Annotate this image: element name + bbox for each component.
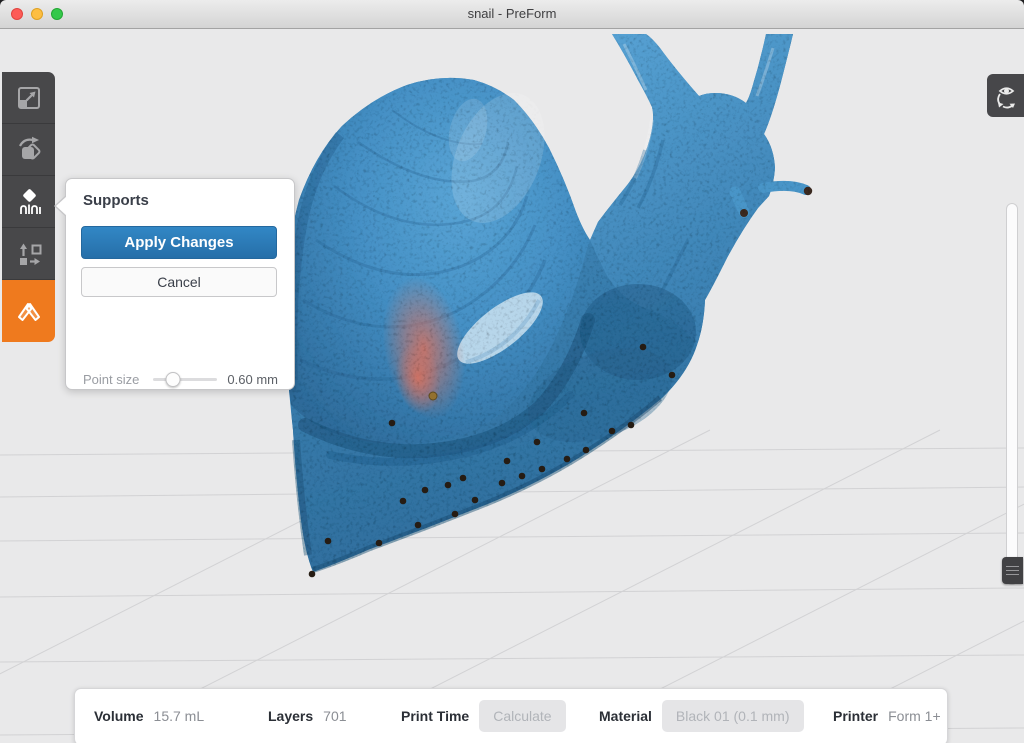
point-size-slider-knob[interactable] — [165, 372, 180, 387]
support-point[interactable] — [376, 540, 383, 547]
point-size-value: 0.60 mm — [227, 372, 278, 387]
support-point[interactable] — [499, 480, 506, 487]
material-group: Material Black 01 (0.1 mm) — [599, 689, 804, 743]
supports-icon — [14, 187, 44, 217]
support-point[interactable] — [400, 498, 407, 505]
material-label: Material — [599, 708, 652, 724]
printer-group: Printer Form 1+ — [833, 689, 941, 743]
selected-support-point[interactable] — [429, 392, 437, 400]
support-point[interactable] — [445, 482, 452, 489]
material-button[interactable]: Black 01 (0.1 mm) — [662, 700, 804, 732]
support-point[interactable] — [534, 439, 541, 446]
layout-icon — [14, 239, 44, 269]
support-point[interactable] — [628, 422, 635, 429]
apply-changes-button[interactable]: Apply Changes — [81, 226, 277, 259]
cancel-button[interactable]: Cancel — [81, 267, 277, 297]
support-point[interactable] — [640, 344, 647, 351]
layer-slider[interactable] — [1006, 203, 1018, 585]
tool-rotate[interactable] — [2, 124, 55, 176]
point-size-row: Point size 0.60 mm — [83, 370, 278, 388]
support-point[interactable] — [669, 372, 676, 379]
support-point[interactable] — [422, 487, 429, 494]
print-time-group: Print Time Calculate — [401, 689, 566, 743]
volume-label: Volume — [94, 708, 144, 724]
support-point[interactable] — [504, 458, 511, 465]
volume-group: Volume 15.7 mL — [94, 689, 204, 743]
rotate-icon — [14, 135, 44, 165]
orbit-eye-icon — [991, 81, 1021, 111]
layers-group: Layers 701 — [268, 689, 347, 743]
supports-panel: Supports Apply Changes Cancel Point size… — [65, 178, 295, 390]
support-point[interactable] — [309, 571, 316, 578]
tool-supports[interactable] — [2, 176, 55, 228]
tool-scale[interactable] — [2, 72, 55, 124]
window-title: snail - PreForm — [0, 0, 1024, 28]
support-point[interactable] — [415, 522, 422, 529]
butterfly-icon — [14, 296, 44, 326]
support-point[interactable] — [519, 473, 526, 480]
support-point[interactable] — [460, 475, 467, 482]
support-point[interactable] — [472, 497, 479, 504]
point-size-slider[interactable] — [153, 378, 217, 381]
layers-value: 701 — [323, 708, 346, 724]
support-point[interactable] — [583, 447, 590, 454]
viewport-3d[interactable]: Supports Apply Changes Cancel Point size… — [0, 29, 1024, 743]
status-bar: Volume 15.7 mL Layers 701 Print Time Cal… — [74, 688, 948, 743]
titlebar: snail - PreForm — [0, 0, 1024, 29]
tool-formlabs[interactable] — [2, 280, 55, 342]
scale-icon — [14, 83, 44, 113]
tool-layout[interactable] — [2, 228, 55, 280]
support-point[interactable] — [609, 428, 616, 435]
support-point[interactable] — [581, 410, 588, 417]
toolbar-sidebar — [2, 72, 55, 342]
printer-label: Printer — [833, 708, 878, 724]
panel-title: Supports — [83, 192, 149, 209]
layers-label: Layers — [268, 708, 313, 724]
printer-value: Form 1+ — [888, 708, 941, 724]
support-point[interactable] — [389, 420, 396, 427]
view-orbit-button[interactable] — [987, 74, 1024, 117]
support-point[interactable] — [452, 511, 459, 518]
volume-value: 15.7 mL — [154, 708, 205, 724]
support-point[interactable] — [539, 466, 546, 473]
layer-slider-handle[interactable] — [1002, 557, 1023, 584]
support-point[interactable] — [564, 456, 571, 463]
print-time-label: Print Time — [401, 708, 469, 724]
point-size-label: Point size — [83, 372, 139, 387]
calculate-button[interactable]: Calculate — [479, 700, 565, 732]
preform-window: snail - PreForm — [0, 0, 1024, 743]
support-point[interactable] — [325, 538, 332, 545]
